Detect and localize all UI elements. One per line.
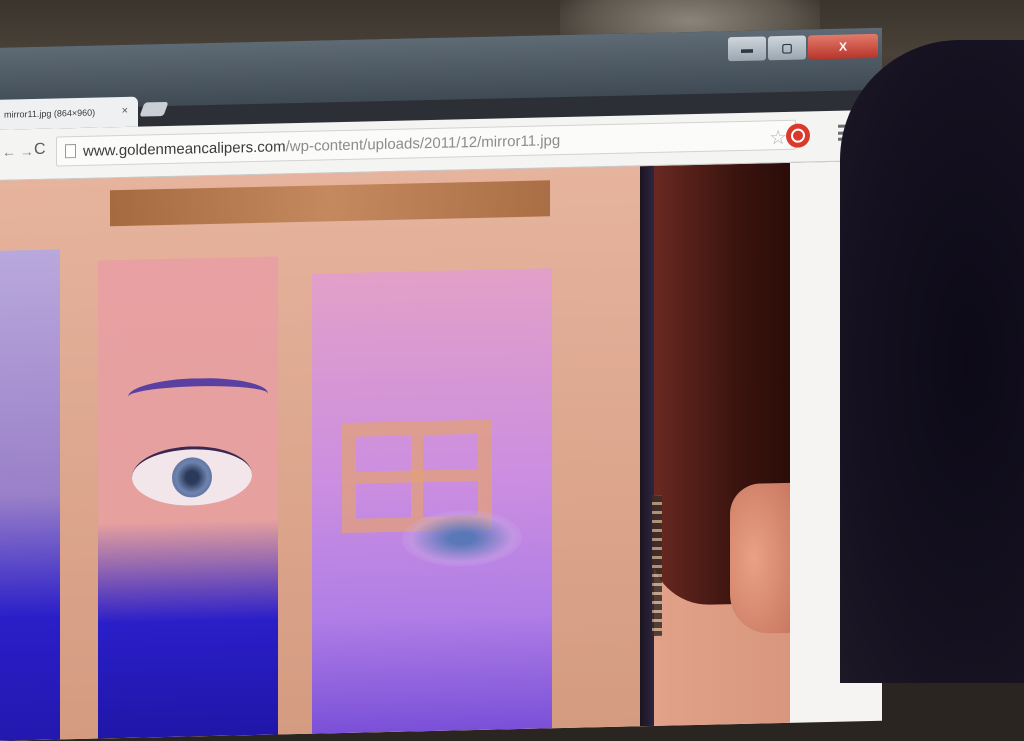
url-path: /wp-content/uploads/2011/12/mirror11.jpg xyxy=(285,131,561,155)
star-icon[interactable]: ☆ xyxy=(769,125,787,150)
page-viewport xyxy=(0,160,882,741)
mirror-photo xyxy=(0,162,790,741)
mirror-pane-eye xyxy=(98,256,278,739)
extension-icon[interactable] xyxy=(786,123,810,148)
tab-close-icon[interactable]: × xyxy=(122,105,128,117)
minimize-button[interactable]: ▬ xyxy=(728,36,766,62)
browser-window: ▬ ▢ X mirror11.jpg (864×960) × ← → C www… xyxy=(0,27,882,741)
address-bar[interactable]: www.goldenmeancalipers.com /wp-content/u… xyxy=(56,119,796,167)
new-tab-button[interactable] xyxy=(139,101,169,117)
extension-icon-inner xyxy=(791,128,805,143)
eye xyxy=(132,445,252,507)
mirror-pane-left xyxy=(0,249,60,741)
foreground-shadow xyxy=(840,40,1024,683)
close-button[interactable]: X xyxy=(808,33,878,60)
url-host: www.goldenmeancalipers.com xyxy=(83,137,286,160)
mirror-pane-reflection xyxy=(312,268,552,734)
window-frame xyxy=(0,166,650,741)
back-forward-icons[interactable]: ← → xyxy=(2,143,34,160)
tab-title: mirror11.jpg (864×960) xyxy=(4,107,96,120)
window-controls: ▬ ▢ X xyxy=(728,33,880,62)
frame-peeling-paint xyxy=(110,180,550,227)
maximize-button[interactable]: ▢ xyxy=(768,35,806,61)
page-icon xyxy=(65,144,76,159)
eyebrow xyxy=(128,376,268,414)
chain xyxy=(652,495,662,636)
reload-icon[interactable]: C xyxy=(34,141,46,159)
iris xyxy=(172,456,212,498)
tab-mirror11[interactable]: mirror11.jpg (864×960) × xyxy=(0,96,138,130)
ear xyxy=(730,482,790,635)
frame-edge xyxy=(640,165,654,727)
